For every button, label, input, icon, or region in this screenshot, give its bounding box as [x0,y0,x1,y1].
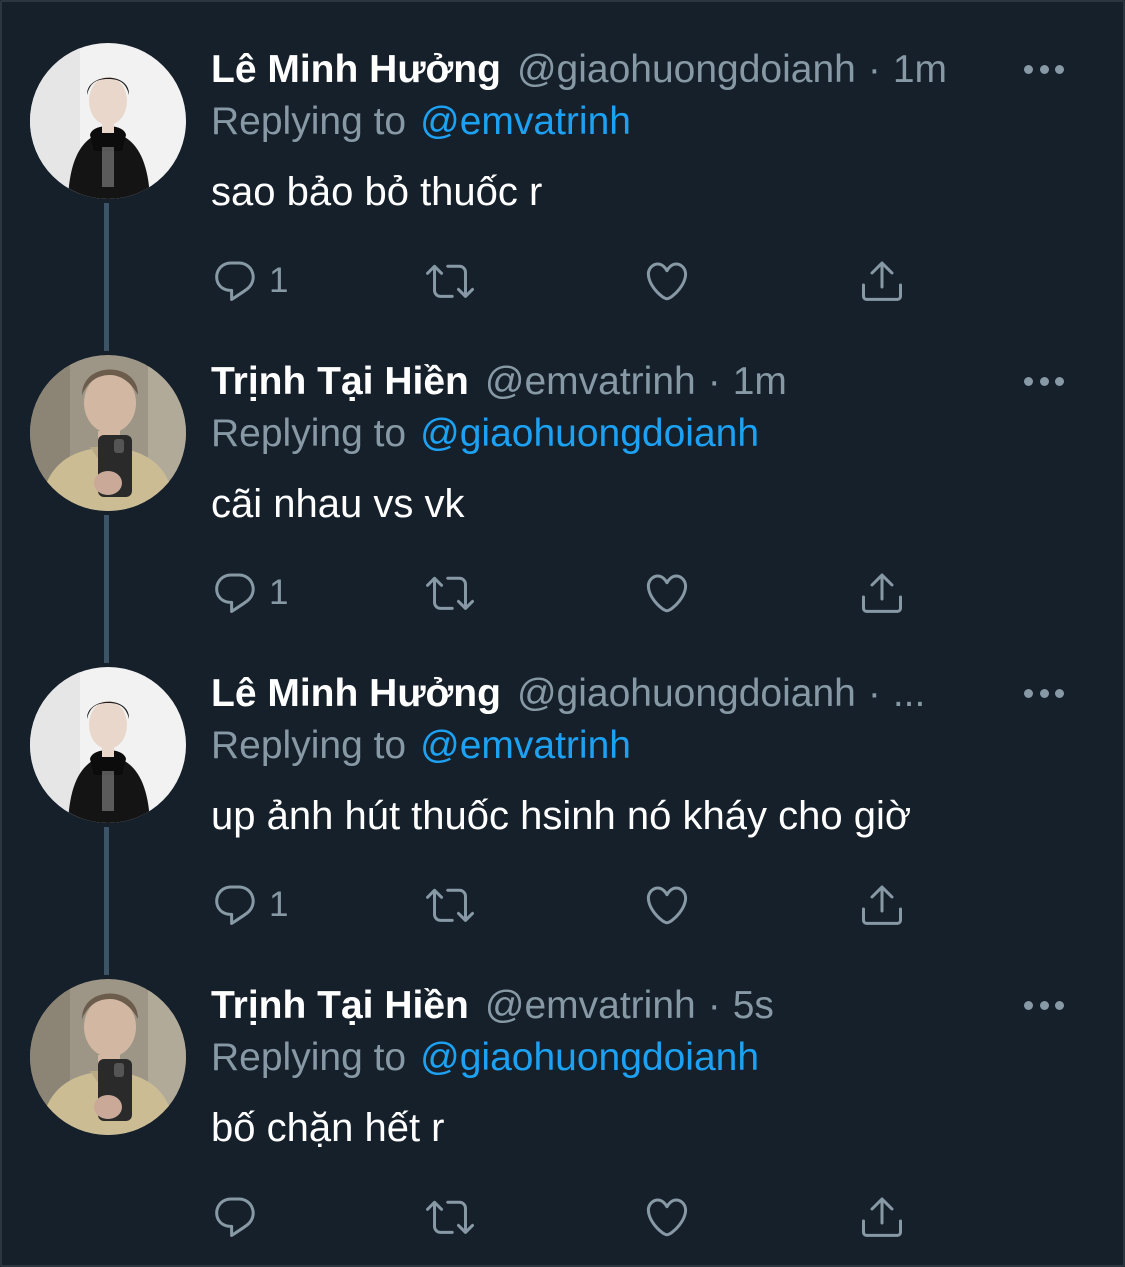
reply-button[interactable]: 1 [211,253,288,309]
retweet-button[interactable] [426,1189,474,1245]
heart-icon [643,257,691,305]
reply-button[interactable]: 1 [211,877,288,933]
share-button[interactable] [858,565,906,621]
tweet-text: cãi nhau vs vk [211,482,465,526]
share-button[interactable] [858,877,906,933]
retweet-button[interactable] [426,565,474,621]
retweet-icon [426,257,474,305]
like-button[interactable] [643,253,691,309]
retweet-icon [426,569,474,617]
reply-count: 1 [269,261,289,300]
share-button[interactable] [858,1189,906,1245]
more-icon[interactable] [1024,680,1064,706]
tweet-header: Trịnh Tại Hiền @emvatrinh · 5s [211,978,774,1034]
tweet[interactable]: Lê Minh Hưởng @giaohuongdoianh · 1m Repl… [0,0,1125,312]
more-icon[interactable] [1024,992,1064,1018]
retweet-button[interactable] [426,253,474,309]
like-button[interactable] [643,1189,691,1245]
more-icon[interactable] [1024,56,1064,82]
display-name[interactable]: Lê Minh Hưởng [211,42,501,98]
replying-to-handle[interactable]: @emvatrinh [420,100,631,143]
heart-icon [643,569,691,617]
timestamp[interactable]: ... [893,666,926,722]
user-handle[interactable]: @giaohuongdoianh [517,666,856,722]
replying-to: Replying to @giaohuongdoianh [211,408,759,460]
tweet-text: sao bảo bỏ thuốc r [211,170,543,214]
avatar[interactable] [30,979,186,1135]
more-icon[interactable] [1024,368,1064,394]
retweet-icon [426,1193,474,1241]
timestamp[interactable]: 1m [893,42,947,98]
like-button[interactable] [643,877,691,933]
replying-to: Replying to @emvatrinh [211,96,631,148]
separator: · [867,672,881,715]
tweet[interactable]: Trịnh Tại Hiền @emvatrinh · 5s Replying … [0,936,1125,1248]
comment-icon [211,1193,259,1241]
share-icon [858,881,906,929]
user-handle[interactable]: @emvatrinh [485,354,696,410]
avatar[interactable] [30,667,186,823]
separator: · [707,360,721,403]
display-name[interactable]: Trịnh Tại Hiền [211,354,469,410]
user-handle[interactable]: @emvatrinh [485,978,696,1034]
share-button[interactable] [858,253,906,309]
replying-to-label: Replying to [211,1036,407,1079]
timestamp[interactable]: 1m [733,354,787,410]
replying-to-handle[interactable]: @giaohuongdoianh [420,1036,759,1079]
comment-icon [211,569,259,617]
replying-to-label: Replying to [211,724,407,767]
reply-button[interactable]: 1 [211,565,288,621]
replying-to-handle[interactable]: @giaohuongdoianh [420,412,759,455]
reply-count: 1 [269,573,289,612]
retweet-icon [426,881,474,929]
timestamp[interactable]: 5s [733,978,774,1034]
share-icon [858,569,906,617]
replying-to: Replying to @emvatrinh [211,720,631,772]
avatar[interactable] [30,43,186,199]
display-name[interactable]: Lê Minh Hưởng [211,666,501,722]
separator: · [707,984,721,1027]
heart-icon [643,1193,691,1241]
replying-to-label: Replying to [211,412,407,455]
tweet-header: Lê Minh Hưởng @giaohuongdoianh · ... [211,666,925,722]
share-icon [858,257,906,305]
like-button[interactable] [643,565,691,621]
reply-count: 1 [269,885,289,924]
comment-icon [211,257,259,305]
tweet-text: up ảnh hút thuốc hsinh nó kháy cho giờ [211,794,912,838]
user-handle[interactable]: @giaohuongdoianh [517,42,856,98]
tweet[interactable]: Trịnh Tại Hiền @emvatrinh · 1m Replying … [0,312,1125,624]
avatar[interactable] [30,355,186,511]
reply-button[interactable] [211,1189,269,1245]
replying-to-handle[interactable]: @emvatrinh [420,724,631,767]
display-name[interactable]: Trịnh Tại Hiền [211,978,469,1034]
retweet-button[interactable] [426,877,474,933]
replying-to: Replying to @giaohuongdoianh [211,1032,759,1084]
comment-icon [211,881,259,929]
tweet-header: Lê Minh Hưởng @giaohuongdoianh · 1m [211,42,947,98]
tweet-text: bố chặn hết r [211,1106,445,1150]
tweet-header: Trịnh Tại Hiền @emvatrinh · 1m [211,354,787,410]
replying-to-label: Replying to [211,100,407,143]
tweet[interactable]: Lê Minh Hưởng @giaohuongdoianh · ... Rep… [0,624,1125,936]
separator: · [867,48,881,91]
share-icon [858,1193,906,1241]
heart-icon [643,881,691,929]
